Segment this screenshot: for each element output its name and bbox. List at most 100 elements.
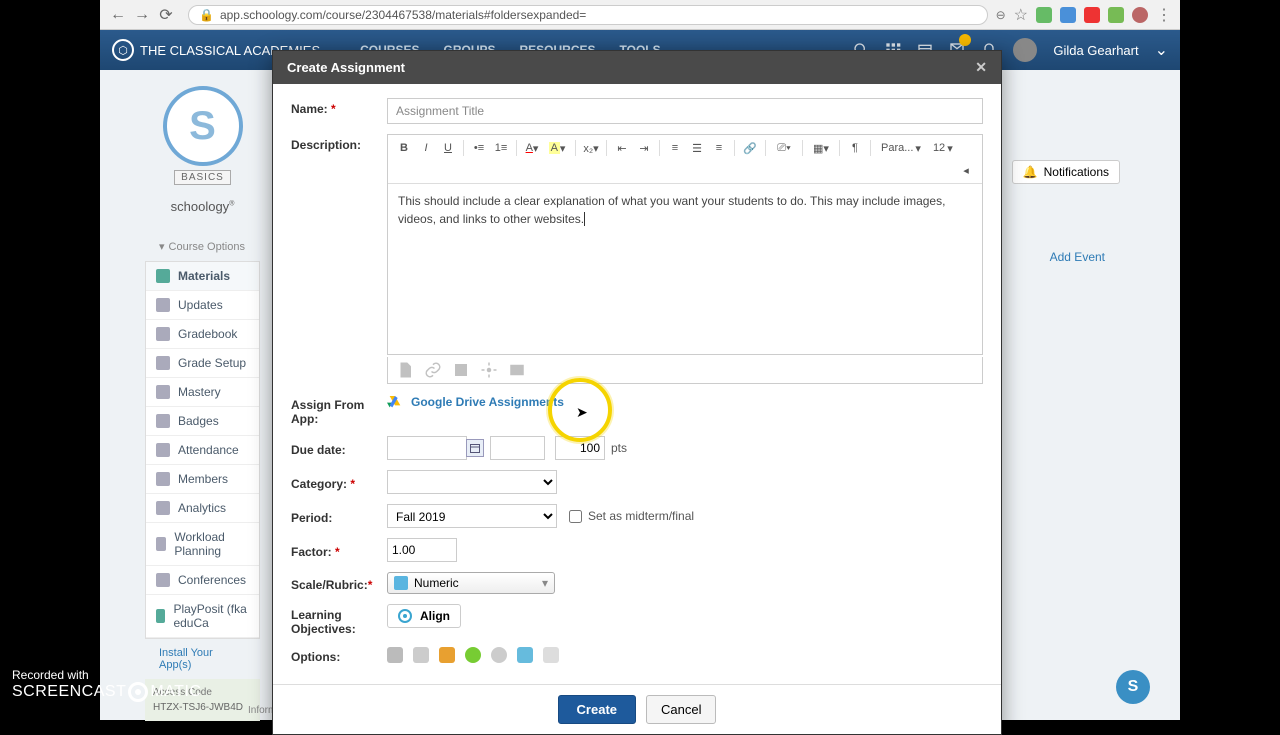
ext-3[interactable] bbox=[1084, 7, 1100, 23]
media-icon[interactable] bbox=[508, 361, 526, 379]
indent-button[interactable]: ⇥ bbox=[634, 138, 654, 158]
bold-button[interactable]: B bbox=[394, 138, 414, 158]
browser-toolbar: ← → ⟳ 🔒 app.schoology.com/course/2304467… bbox=[100, 0, 1180, 30]
underline-button[interactable]: U bbox=[438, 138, 458, 158]
align-left-button[interactable]: ≡ bbox=[665, 138, 685, 158]
floating-help-button[interactable]: S bbox=[1116, 670, 1150, 704]
badges-icon bbox=[156, 414, 170, 428]
paragraph-select[interactable]: Para...▾ bbox=[876, 139, 926, 158]
workload-icon bbox=[156, 537, 166, 551]
resource-icon[interactable] bbox=[452, 361, 470, 379]
due-time-input[interactable] bbox=[490, 436, 545, 460]
subscript-button[interactable]: x₂▾ bbox=[581, 138, 601, 158]
option-comment-icon[interactable] bbox=[517, 647, 533, 663]
description-label: Description: bbox=[291, 134, 387, 152]
factor-input[interactable] bbox=[387, 538, 457, 562]
watermark-line1: Recorded with bbox=[12, 668, 201, 682]
calendar-button[interactable] bbox=[466, 439, 484, 457]
letterbox-left bbox=[0, 0, 100, 720]
attendance-icon bbox=[156, 443, 170, 457]
italic-button[interactable]: I bbox=[416, 138, 436, 158]
sidebar-item-gradebook[interactable]: Gradebook bbox=[146, 320, 259, 349]
chevron-down-icon[interactable]: ⌄ bbox=[1155, 40, 1168, 60]
category-select[interactable] bbox=[387, 470, 557, 494]
sidebar-item-attendance[interactable]: Attendance bbox=[146, 436, 259, 465]
number-list-button[interactable]: 1≡ bbox=[491, 138, 511, 158]
notifications-button[interactable]: 🔔 Notifications bbox=[1012, 160, 1120, 184]
table-button[interactable]: ▦▾ bbox=[808, 138, 834, 158]
options-label: Options: bbox=[291, 646, 387, 664]
analytics-icon bbox=[156, 501, 170, 515]
brand-icon: ⬡ bbox=[112, 39, 134, 61]
watermark: Recorded with SCREENCASTMATIC bbox=[12, 668, 201, 702]
sidebar-item-badges[interactable]: Badges bbox=[146, 407, 259, 436]
sidebar-item-playposit[interactable]: PlayPosit (fka eduCa bbox=[146, 595, 259, 638]
scale-label: Scale/Rubric:* bbox=[291, 574, 387, 592]
add-event-link[interactable]: Add Event bbox=[1050, 250, 1105, 264]
modal-header: Create Assignment ✕ bbox=[273, 51, 1001, 84]
align-right-button[interactable]: ≡ bbox=[709, 138, 729, 158]
course-options[interactable]: ▾Course Options bbox=[145, 232, 260, 261]
option-submission-icon[interactable] bbox=[439, 647, 455, 663]
due-date-input[interactable] bbox=[387, 436, 467, 460]
align-button[interactable]: Align bbox=[387, 604, 461, 628]
align-center-button[interactable]: ☰ bbox=[687, 138, 707, 158]
points-label: pts bbox=[611, 441, 627, 455]
url-bar[interactable]: 🔒 app.schoology.com/course/2304467538/ma… bbox=[188, 5, 988, 25]
midterm-label: Set as midterm/final bbox=[588, 509, 694, 523]
link-attach-icon[interactable] bbox=[424, 361, 442, 379]
sidebar-item-mastery[interactable]: Mastery bbox=[146, 378, 259, 407]
option-copy-icon[interactable] bbox=[543, 647, 559, 663]
sidebar-item-conferences[interactable]: Conferences bbox=[146, 566, 259, 595]
highlight-button[interactable]: A▾ bbox=[544, 138, 570, 158]
close-icon[interactable]: ✕ bbox=[975, 59, 987, 76]
menu-icon[interactable]: ⋮ bbox=[1156, 5, 1172, 25]
sidebar-item-updates[interactable]: Updates bbox=[146, 291, 259, 320]
period-label: Period: bbox=[291, 507, 387, 525]
text-color-button[interactable]: A▾ bbox=[522, 138, 542, 158]
modal-title: Create Assignment bbox=[287, 60, 405, 75]
outdent-button[interactable]: ⇤ bbox=[612, 138, 632, 158]
period-select[interactable]: Fall 2019 bbox=[387, 504, 557, 528]
sidebar-item-grade-setup[interactable]: Grade Setup bbox=[146, 349, 259, 378]
sidebar-item-members[interactable]: Members bbox=[146, 465, 259, 494]
star-icon[interactable]: ☆ bbox=[1014, 5, 1028, 25]
editor-content[interactable]: This should include a clear explanation … bbox=[388, 184, 982, 354]
option-grade-icon[interactable] bbox=[491, 647, 507, 663]
updates-icon bbox=[156, 298, 170, 312]
url-text: app.schoology.com/course/2304467538/mate… bbox=[220, 8, 586, 22]
name-input[interactable] bbox=[387, 98, 983, 124]
bullet-list-button[interactable]: •≡ bbox=[469, 138, 489, 158]
back-button[interactable]: ← bbox=[108, 5, 128, 25]
forward-button[interactable]: → bbox=[132, 5, 152, 25]
logo-label: BASICS bbox=[174, 170, 231, 185]
option-individual-icon[interactable] bbox=[387, 647, 403, 663]
profile-icon[interactable] bbox=[1132, 7, 1148, 23]
editor-toolbar: B I U •≡ 1≡ A▾ A▾ x₂▾ ⇤ ⇥ bbox=[388, 135, 982, 184]
expand-button[interactable]: ◂ bbox=[956, 160, 976, 180]
font-size-select[interactable]: 12 ▾ bbox=[928, 139, 958, 158]
link-button[interactable]: 🔗 bbox=[740, 138, 760, 158]
points-input[interactable] bbox=[555, 436, 605, 460]
factor-label: Factor: * bbox=[291, 541, 387, 559]
ext-4[interactable] bbox=[1108, 7, 1124, 23]
option-publish-icon[interactable] bbox=[465, 647, 481, 663]
google-drive-row[interactable]: Google Drive Assignments bbox=[387, 394, 983, 410]
option-lock-icon[interactable] bbox=[413, 647, 429, 663]
avatar[interactable] bbox=[1013, 38, 1037, 62]
zoom-icon[interactable]: ⊖ bbox=[996, 8, 1006, 22]
clear-format-button[interactable]: ⎚▾ bbox=[771, 138, 797, 158]
sidebar-item-workload[interactable]: Workload Planning bbox=[146, 523, 259, 566]
sidebar-item-analytics[interactable]: Analytics bbox=[146, 494, 259, 523]
midterm-checkbox[interactable] bbox=[569, 510, 582, 523]
tool-icon[interactable] bbox=[480, 361, 498, 379]
ext-2[interactable] bbox=[1060, 7, 1076, 23]
scale-select[interactable]: Numeric ▾ bbox=[387, 572, 555, 594]
assign-from-label: Assign From App: bbox=[291, 394, 387, 426]
ext-1[interactable] bbox=[1036, 7, 1052, 23]
reload-button[interactable]: ⟳ bbox=[156, 5, 176, 25]
members-icon bbox=[156, 472, 170, 486]
file-icon[interactable] bbox=[396, 361, 414, 379]
sidebar-item-materials[interactable]: Materials bbox=[146, 262, 259, 291]
special-button[interactable]: ¶ bbox=[845, 138, 865, 158]
